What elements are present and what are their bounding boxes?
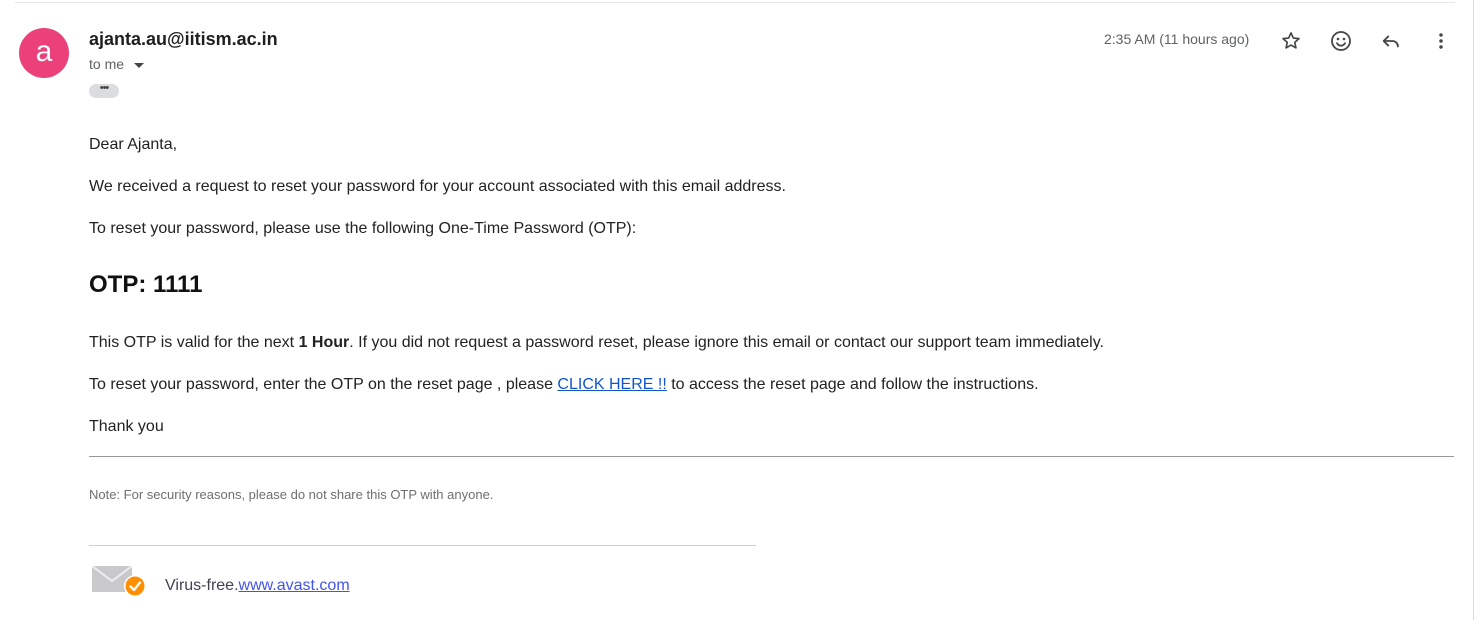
security-note: Note: For security reasons, please do no… bbox=[89, 487, 494, 502]
more-vert-icon bbox=[1439, 33, 1443, 49]
click-here-link[interactable]: CLICK HERE !! bbox=[557, 376, 666, 393]
chevron-down-icon bbox=[134, 62, 145, 68]
virus-free-label: Virus-free. bbox=[165, 577, 239, 594]
reset-text-end: to access the reset page and follow the … bbox=[666, 376, 1039, 393]
closing-text: Thank you bbox=[89, 418, 164, 435]
avast-link[interactable]: www.avast.com bbox=[239, 577, 350, 594]
avast-envelope-check-icon bbox=[91, 565, 146, 597]
validity-text-start: This OTP is valid for the next bbox=[89, 334, 299, 351]
reply-button[interactable] bbox=[1378, 28, 1404, 54]
reset-text-start: To reset your password, enter the OTP on… bbox=[89, 376, 558, 393]
add-reaction-button[interactable] bbox=[1328, 28, 1354, 54]
sender-email[interactable]: ajanta.au@iitism.ac.in bbox=[89, 29, 278, 50]
recipient-details-toggle[interactable]: to me bbox=[89, 56, 145, 72]
otp-heading: OTP: 1111 bbox=[89, 271, 203, 298]
reset-paragraph: To reset your password, enter the OTP on… bbox=[89, 376, 1039, 394]
show-trimmed-content-button[interactable]: ••• bbox=[89, 83, 119, 98]
reply-icon bbox=[1382, 35, 1399, 48]
star-icon bbox=[1282, 32, 1300, 49]
message-divider bbox=[89, 456, 1454, 457]
validity-duration: 1 Hour bbox=[298, 334, 350, 351]
greeting-text: Dear Ajanta, bbox=[89, 136, 178, 153]
validity-text-end: . If you did not request a password rese… bbox=[349, 334, 1104, 351]
message-timestamp: 2:35 AM (11 hours ago) bbox=[1104, 31, 1250, 47]
otp-instruction: To reset your password, please use the f… bbox=[89, 220, 637, 237]
top-divider bbox=[15, 2, 1455, 3]
star-button[interactable] bbox=[1278, 28, 1304, 54]
emoji-icon bbox=[1331, 31, 1351, 51]
scrollbar-edge bbox=[1473, 0, 1474, 620]
request-paragraph: We received a request to reset your pass… bbox=[89, 178, 786, 195]
virus-free-signature: Virus-free.www.avast.com bbox=[165, 577, 350, 595]
more-options-button[interactable] bbox=[1428, 28, 1454, 54]
recipient-label: to me bbox=[89, 56, 125, 72]
sender-avatar[interactable]: a bbox=[19, 28, 69, 78]
signature-divider bbox=[89, 545, 756, 546]
validity-paragraph: This OTP is valid for the next 1 Hour. I… bbox=[89, 334, 1104, 352]
